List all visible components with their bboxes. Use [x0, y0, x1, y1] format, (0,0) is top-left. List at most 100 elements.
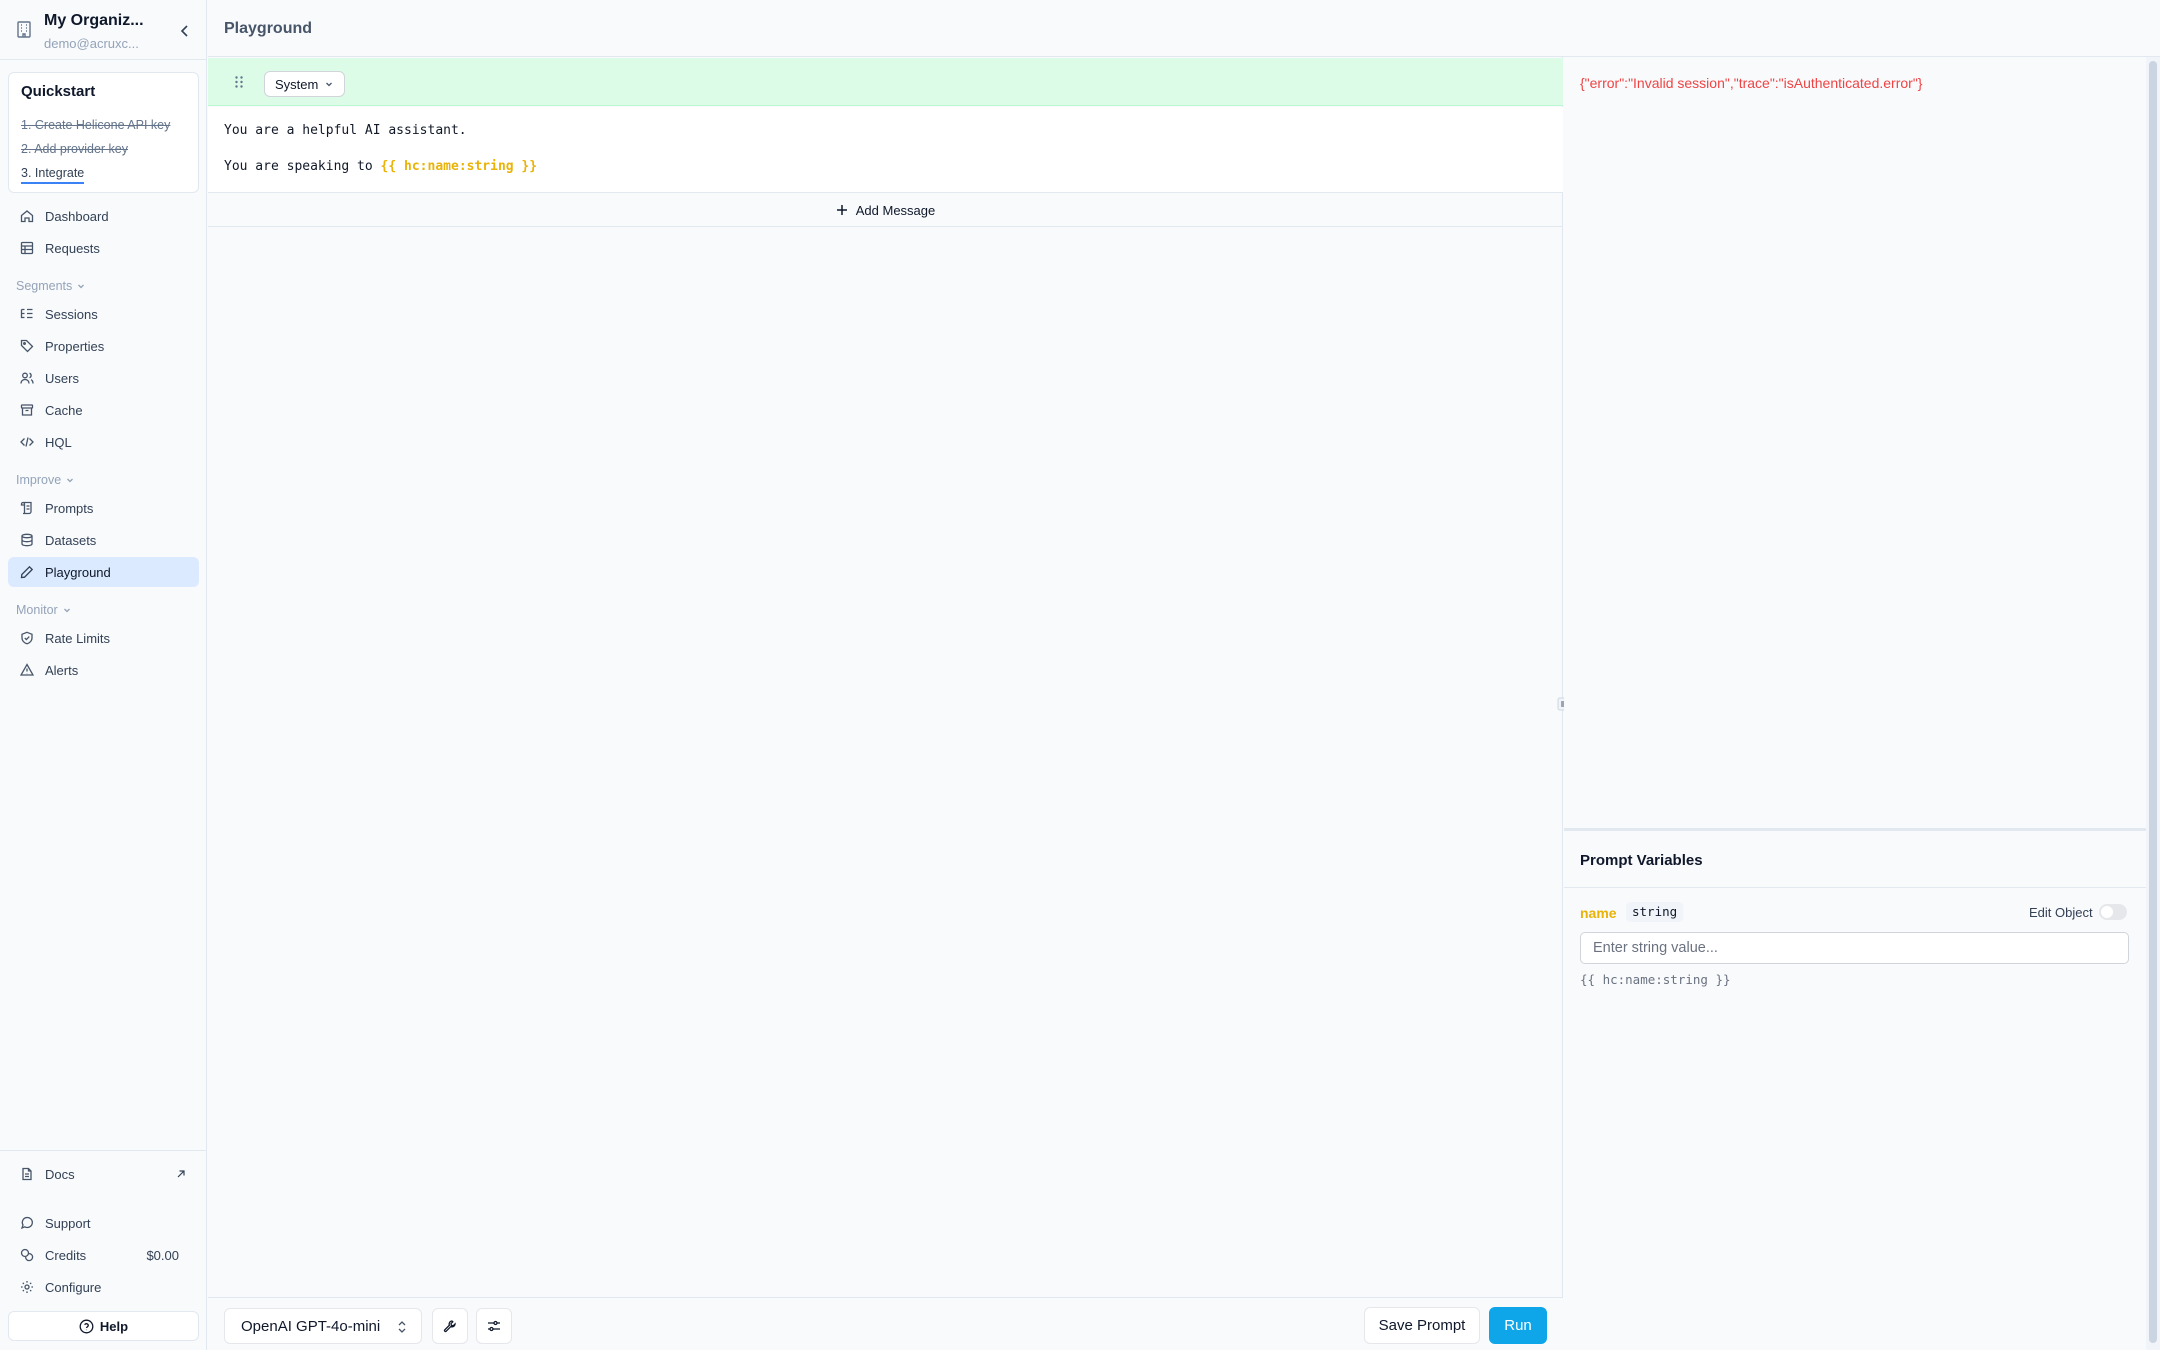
- nav-credits[interactable]: Credits $0.00: [8, 1240, 199, 1270]
- help-label: Help: [99, 1318, 129, 1334]
- nav-properties-label: Properties: [45, 338, 105, 354]
- credits-balance: $0.00: [146, 1248, 179, 1263]
- section-monitor-label: Monitor: [16, 603, 58, 617]
- nav-docs-label: Docs: [45, 1166, 75, 1182]
- section-segments[interactable]: Segments: [16, 279, 86, 293]
- prompt-variables-title: Prompt Variables: [1580, 852, 1703, 869]
- nav-playground-label: Playground: [45, 564, 111, 580]
- nav-alerts[interactable]: Alerts: [8, 655, 199, 685]
- settings-button[interactable]: [476, 1308, 512, 1344]
- page-title: Playground: [224, 20, 313, 37]
- users-icon: [20, 372, 34, 384]
- run-button[interactable]: Run: [1489, 1307, 1547, 1344]
- nav-cache[interactable]: Cache: [8, 395, 199, 425]
- nav-datasets-label: Datasets: [45, 532, 97, 548]
- save-prompt-label: Save Prompt: [1378, 1317, 1466, 1334]
- nav-configure[interactable]: Configure: [8, 1272, 199, 1302]
- archive-icon: [20, 404, 34, 416]
- variable-tag: {{ hc:name:string }}: [380, 159, 538, 174]
- nav-cache-label: Cache: [45, 402, 83, 418]
- message-header: System: [208, 58, 1563, 106]
- shield-check-icon: [21, 631, 33, 645]
- message-content[interactable]: You are a helpful AI assistant. You are …: [208, 107, 1563, 193]
- nav-requests[interactable]: Requests: [8, 233, 199, 263]
- variable-value-input[interactable]: [1580, 932, 2129, 964]
- quickstart-step-2[interactable]: 2. Add provider key: [21, 142, 128, 156]
- nav-prompts[interactable]: Prompts: [8, 493, 199, 523]
- model-select[interactable]: OpenAI GPT-4o-mini: [224, 1308, 422, 1344]
- nav-alerts-label: Alerts: [45, 662, 79, 678]
- nav-support-label: Support: [45, 1215, 91, 1231]
- nav-users-label: Users: [45, 370, 79, 386]
- tools-button[interactable]: [432, 1308, 468, 1344]
- error-message: {"error":"Invalid session","trace":"isAu…: [1580, 75, 1923, 91]
- wrench-icon: [443, 1320, 456, 1333]
- nav-sessions[interactable]: Sessions: [8, 299, 199, 329]
- sidebar: My Organiz... demo@acruxc... Quickstart …: [0, 0, 207, 1350]
- collapse-sidebar-button[interactable]: [175, 21, 195, 41]
- bottom-toolbar: OpenAI GPT-4o-mini Save Prompt Run: [208, 1297, 1563, 1350]
- message-circle-icon: [20, 1216, 33, 1230]
- quickstart-step-1[interactable]: 1. Create Helicone API key: [21, 118, 170, 132]
- nav-configure-label: Configure: [45, 1279, 102, 1295]
- scrollbar[interactable]: [2146, 57, 2160, 1350]
- nav-hql[interactable]: HQL: [8, 427, 199, 457]
- edit-object-toggle[interactable]: [2099, 904, 2127, 920]
- chevron-down-icon: [67, 478, 74, 483]
- help-circle-icon: [79, 1319, 94, 1333]
- nav-requests-label: Requests: [45, 240, 100, 256]
- nav-rate-limits[interactable]: Rate Limits: [8, 623, 199, 653]
- coins-icon: [20, 1248, 34, 1262]
- building-icon: [17, 21, 31, 38]
- nav-dashboard[interactable]: Dashboard: [8, 201, 199, 231]
- nav-properties[interactable]: Properties: [8, 331, 199, 361]
- role-select-label: System: [275, 76, 319, 92]
- model-select-value: OpenAI GPT-4o-mini: [241, 1317, 381, 1335]
- org-name: My Organiz...: [44, 12, 144, 29]
- nav-sessions-label: Sessions: [45, 306, 98, 322]
- nav-datasets[interactable]: Datasets: [8, 525, 199, 555]
- database-icon: [21, 533, 33, 547]
- nav-rate-limits-label: Rate Limits: [45, 630, 111, 646]
- table-icon: [20, 241, 34, 255]
- nav-playground[interactable]: Playground: [8, 557, 199, 587]
- gear-icon: [21, 1281, 33, 1293]
- section-segments-label: Segments: [16, 279, 73, 293]
- scrollbar-thumb[interactable]: [2149, 61, 2157, 1343]
- quickstart-card: Quickstart 1. Create Helicone API key 2.…: [8, 72, 199, 193]
- nav-credits-label: Credits: [45, 1247, 87, 1263]
- org-email: demo@acruxc...: [44, 36, 139, 51]
- chevrons-up-down-icon: [398, 1321, 406, 1333]
- message-line-1: You are a helpful AI assistant.: [224, 123, 467, 138]
- prompt-variables-panel: Prompt Variables name string Edit Object…: [1564, 834, 2146, 1350]
- section-improve-label: Improve: [16, 473, 62, 487]
- nav-support[interactable]: Support: [8, 1208, 199, 1238]
- section-monitor[interactable]: Monitor: [16, 603, 72, 617]
- nav-hql-label: HQL: [45, 434, 72, 450]
- sliders-icon: [488, 1320, 500, 1332]
- nav-dashboard-label: Dashboard: [45, 208, 109, 224]
- add-message-button[interactable]: Add Message: [208, 194, 1563, 227]
- save-prompt-button[interactable]: Save Prompt: [1364, 1307, 1480, 1344]
- section-improve[interactable]: Improve: [16, 473, 75, 487]
- tag-icon: [20, 339, 34, 353]
- nav-docs[interactable]: Docs: [8, 1159, 199, 1189]
- variable-type-badge: string: [1626, 902, 1684, 922]
- nav-prompts-label: Prompts: [45, 500, 94, 516]
- pencil-icon: [20, 565, 34, 579]
- variable-template: {{ hc:name:string }}: [1580, 972, 1731, 987]
- role-select[interactable]: System: [264, 71, 346, 97]
- code-icon: [20, 437, 34, 447]
- run-label: Run: [1504, 1317, 1532, 1334]
- org-switcher[interactable]: My Organiz... demo@acruxc...: [0, 0, 207, 60]
- quickstart-title: Quickstart: [21, 83, 96, 100]
- drag-handle-icon[interactable]: [234, 75, 244, 89]
- plus-icon: [836, 205, 847, 215]
- variable-name: name: [1580, 905, 1617, 921]
- add-message-label: Add Message: [855, 202, 936, 218]
- message-line-2: You are speaking to {{ hc:name:string }}: [224, 159, 537, 174]
- help-button[interactable]: Help: [8, 1311, 199, 1341]
- quickstart-step-3[interactable]: 3. Integrate: [21, 166, 85, 184]
- chevron-down-icon: [63, 608, 70, 613]
- nav-users[interactable]: Users: [8, 363, 199, 393]
